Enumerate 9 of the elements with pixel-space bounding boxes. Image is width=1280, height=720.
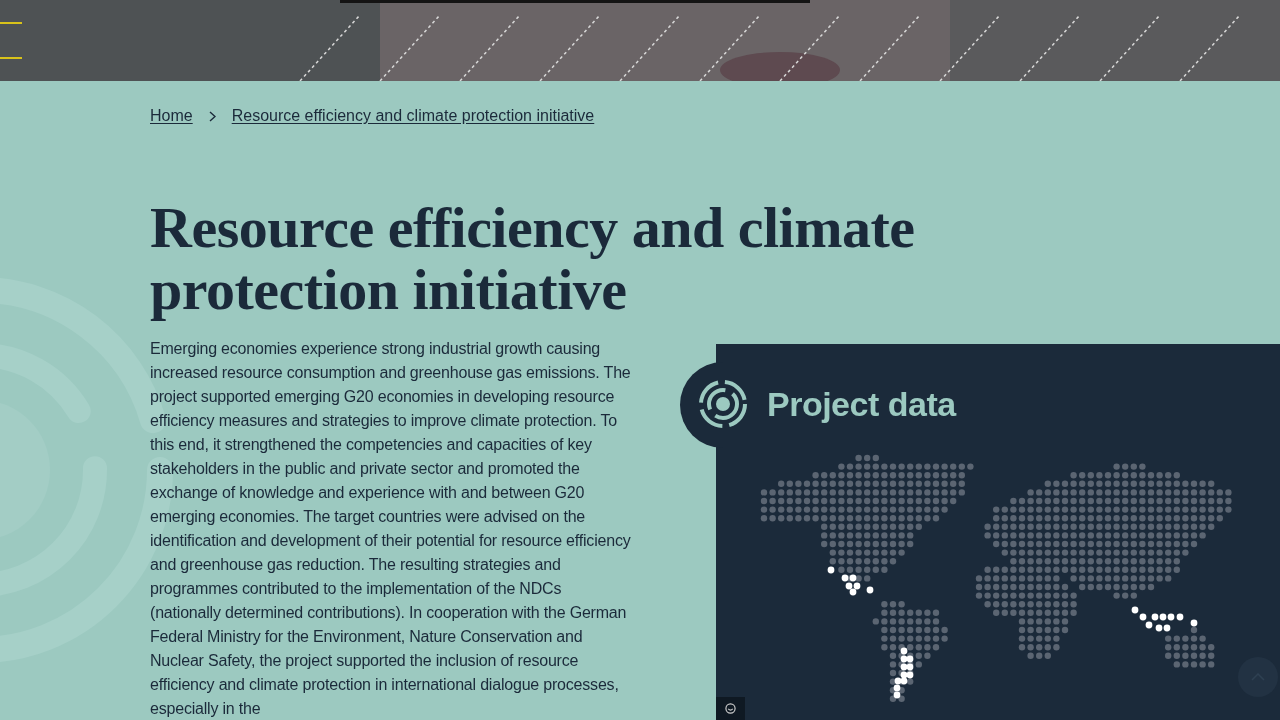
chevron-right-icon — [208, 110, 216, 122]
smiley-icon — [725, 703, 736, 714]
cookie-settings-button[interactable] — [716, 697, 745, 720]
target-rings-icon — [697, 378, 749, 430]
project-data-heading: Project data — [767, 383, 956, 425]
breadcrumb-link[interactable]: Home — [150, 104, 193, 128]
description-paragraph: Emerging economies experience strong industrial growth causing increased resource consumption and greenhouse gas emissions. The project supported emerging G20 economies in developing resource efficiency measures and strategies to improve climate protection. To this end, it strengthened the competencies and capacities of key stakeholders in the public and private sector and promoted the exchange of knowledge and experience with and between G20 emerging economies. The target countries were advised on the identification and development of their potential for resource efficiency and greenhouse gas reduction. The resulting strategies and programmes contributed to the implementation of the NDCs (nationally determined contributions). In cooperation with the German Federal Ministry for the Environment, Nature Conservation and Nuclear Safety, the project supported the inclusion of resource efficiency and climate protection in international dialogue processes, especially in the — [150, 339, 632, 719]
breadcrumb-link[interactable]: Resource efficiency and climate protection initiative — [231, 104, 595, 128]
page-title: Resource efficiency and climate protection initiative — [150, 197, 916, 321]
